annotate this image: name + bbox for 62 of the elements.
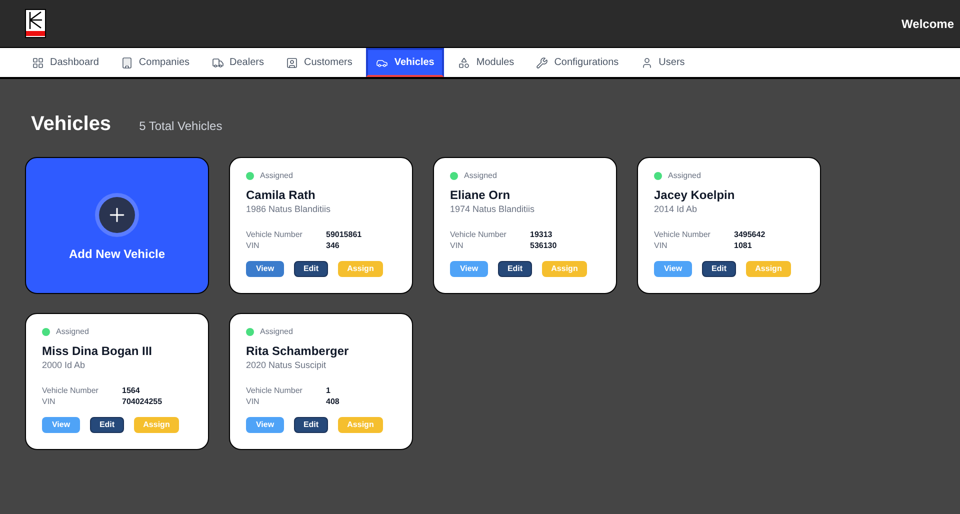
field-value: 59015861 [326,228,363,240]
vehicle-owner: Eliane Orn [450,188,512,203]
truck-icon [212,56,224,68]
user-icon [640,56,653,68]
field-value: 704024255 [122,396,164,406]
edit-button[interactable]: Edit [498,260,532,276]
nav-tab[interactable]: Vehicles [366,48,444,77]
field-label: VIN [42,396,56,406]
nav-tab[interactable]: Dashboard [24,48,107,77]
field-value: 3495642 [734,228,766,240]
status-label: Assigned [56,326,89,338]
vehicle-model: 2020 Natus Suscipit [246,359,328,372]
field-label: VIN [246,240,260,250]
vehicle-model: 1974 Natus Blanditiis [450,203,536,216]
field-value: 346 [326,240,340,250]
status-label: Assigned [260,326,293,338]
nav-tab[interactable]: Configurations [528,48,627,77]
field-value: 536130 [530,240,558,250]
add-vehicle-card[interactable]: Add New Vehicle [25,157,209,294]
field-value: 19313 [530,228,554,240]
field-label: Vehicle Number [246,384,304,396]
shapes-icon [458,56,470,68]
edit-button[interactable]: Edit [294,260,328,276]
plus-icon [99,196,135,232]
nav-tab[interactable]: Users [632,48,693,77]
field-value: 1 [326,384,332,396]
field-label: VIN [246,396,260,406]
field-value: 408 [326,396,340,406]
edit-button[interactable]: Edit [702,260,736,276]
nav-tab[interactable]: Customers [278,48,360,77]
field-label: Vehicle Number [42,384,100,396]
status-label: Assigned [464,170,497,182]
nav-tab[interactable]: Modules [450,48,522,77]
vehicle-count: 5 Total Vehicles [139,118,222,135]
vehicle-model: 2000 Id Ab [42,359,86,372]
edit-button[interactable]: Edit [90,416,124,432]
field-label: Vehicle Number [654,228,712,240]
field-label: Vehicle Number [450,228,508,240]
logo-icon [25,9,46,38]
view-button[interactable]: View [246,260,284,276]
field-label: VIN [450,240,464,250]
vehicle-model: 1986 Natus Blanditiis [246,203,332,216]
grid-icon [32,56,44,68]
field-value: 1564 [122,384,141,396]
welcome-text: Welcome [902,16,954,32]
field-label: Vehicle Number [246,228,304,240]
nav-tab[interactable]: Dealers [204,48,272,77]
status-label: Assigned [668,170,701,182]
page-title: Vehicles [31,112,112,137]
field-label: VIN [654,240,668,250]
wrench-icon [536,56,548,68]
vehicle-model: 2014 Id Ab [654,203,698,216]
vehicle-owner: Miss Dina Bogan III [42,344,154,359]
vehicle-owner: Jacey Koelpin [654,188,736,203]
field-value: 1081 [734,240,753,250]
vehicle-owner: Rita Schamberger [246,344,350,359]
edit-button[interactable]: Edit [294,416,328,432]
id-card-icon [286,56,298,68]
nav-tab[interactable]: Companies [112,48,198,77]
vehicle-owner: Camila Rath [246,188,316,203]
status-label: Assigned [260,170,293,182]
building-icon [120,56,133,68]
